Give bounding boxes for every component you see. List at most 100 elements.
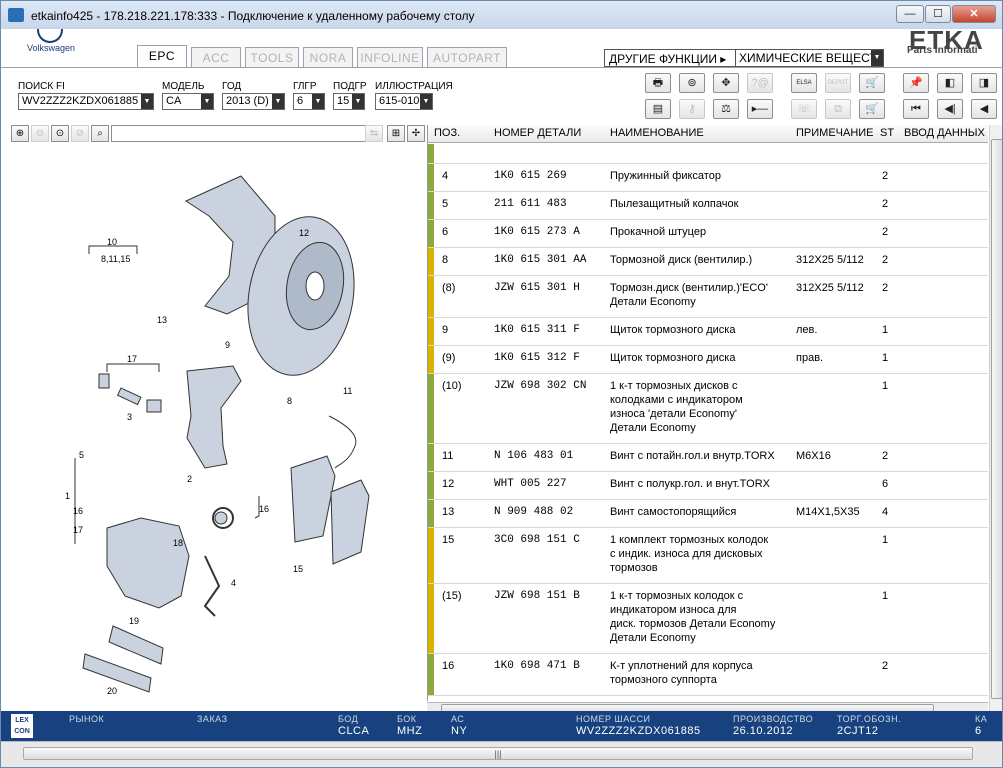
table-row[interactable]: 4 1K0 615 269 Пружинный фиксатор 2 xyxy=(428,164,988,192)
balance-icon[interactable]: ⚖ xyxy=(713,99,739,119)
col-name-header[interactable]: НАИМЕНОВАНИЕ xyxy=(610,127,704,139)
table-row[interactable]: 13 N 909 488 02 Винт самостопорящийся M14X1… xyxy=(428,500,988,528)
elsa-icon[interactable]: ELSA xyxy=(791,73,817,93)
list-forward-icon[interactable]: ◨ xyxy=(971,73,997,93)
list-back-icon[interactable]: ◧ xyxy=(937,73,963,93)
cart-add-icon[interactable]: 🛒 xyxy=(859,73,885,93)
table-row[interactable]: (9) 1K0 615 312 F Щиток тормозного диска пр… xyxy=(428,346,988,374)
stack-icon[interactable]: ⧉ xyxy=(825,99,851,119)
table-row[interactable]: 6 1K0 615 273 A Прокачной штуцер 2 xyxy=(428,220,988,248)
row-status-bar xyxy=(428,192,434,219)
table-row[interactable]: (8) JZW 615 301 H Тормозн.диск (вентилир.)… xyxy=(428,276,988,318)
scroll-thumb[interactable] xyxy=(991,139,1002,699)
cell-pos: 9 xyxy=(442,324,449,336)
scroll-thumb[interactable]: ||| xyxy=(23,747,973,760)
table-row[interactable]: 8 1K0 615 301 AA Тормозной диск (вентилир.… xyxy=(428,248,988,276)
model-select[interactable]: CA ▼ xyxy=(162,93,214,110)
table-row[interactable]: 16 1K0 698 471 B К-т уплотнений для корпус… xyxy=(428,654,988,696)
callout-label: 16 xyxy=(73,506,83,516)
search-part-icon[interactable]: ⊚ xyxy=(679,73,705,93)
chevron-down-icon[interactable]: ▼ xyxy=(871,50,883,66)
illustration-search-input[interactable] xyxy=(111,125,367,142)
callout-label: 20 xyxy=(107,686,117,696)
sleeve-part xyxy=(146,399,162,413)
table-row[interactable]: 9 1K0 615 311 F Щиток тормозного диска лев.… xyxy=(428,318,988,346)
col-st-header[interactable]: ST xyxy=(880,127,894,139)
callout-label: 16 xyxy=(259,504,269,514)
tab-nora[interactable]: NORA xyxy=(303,47,353,68)
chevron-down-icon[interactable]: ▼ xyxy=(352,94,364,109)
cell-st: 2 xyxy=(882,450,889,462)
glgr-select[interactable]: 6 ▼ xyxy=(293,93,325,110)
grid-vertical-scrollbar[interactable] xyxy=(989,125,1002,715)
row-status-bar xyxy=(428,248,434,275)
table-row[interactable] xyxy=(428,144,988,164)
pin-icon[interactable]: 📌 xyxy=(903,73,929,93)
tab-tools[interactable]: TOOLS xyxy=(245,47,299,68)
cell-st: 1 xyxy=(882,590,889,602)
col-pos-header[interactable]: ПОЗ. xyxy=(434,127,460,139)
prev-page-icon[interactable]: ◀| xyxy=(937,99,963,119)
split-icon[interactable]: ✢ xyxy=(407,125,425,142)
link-icon[interactable]: ⇆ xyxy=(365,125,383,142)
zoom-out-icon[interactable]: ⊖ xyxy=(31,125,49,142)
zoom-fit-icon[interactable]: ⊙ xyxy=(51,125,69,142)
col-note-header[interactable]: ПРИМЕЧАНИЕ xyxy=(796,127,874,139)
cell-part-number: JZW 615 301 H xyxy=(494,282,580,294)
cart-icon[interactable]: 🛒 xyxy=(859,99,885,119)
table-icon[interactable]: ▤ xyxy=(645,99,671,119)
row-status-bar xyxy=(428,500,434,527)
handshake-icon[interactable]: ✥ xyxy=(713,73,739,93)
minimize-button[interactable]: — xyxy=(896,5,924,23)
bod-value: CLCA xyxy=(338,725,370,737)
first-page-icon[interactable]: ⏮ xyxy=(903,99,929,119)
search-fi-field[interactable]: WV2ZZZ2KZDX061885 ▼ xyxy=(18,93,154,110)
zoom-select-icon[interactable]: ⊘ xyxy=(71,125,89,142)
cell-st: 6 xyxy=(882,478,889,490)
tab-acc[interactable]: ACC xyxy=(191,47,241,68)
tube-19 xyxy=(108,625,164,665)
row-status-bar xyxy=(428,144,434,163)
chevron-down-icon[interactable]: ▼ xyxy=(201,94,213,109)
col-entry-header[interactable]: ВВОД ДАННЫХ xyxy=(904,127,985,139)
cell-st: 1 xyxy=(882,352,889,364)
cell-st: 2 xyxy=(882,198,889,210)
chevron-down-icon[interactable]: ▼ xyxy=(420,94,432,109)
podgr-select[interactable]: 15 ▼ xyxy=(333,93,365,110)
callout-label: 1 xyxy=(65,491,70,501)
row-status-bar xyxy=(428,472,434,499)
illustration-panel[interactable]: 10 8,11,15 12 13 9 17 3 2 8 11 5 1 16 17… xyxy=(9,146,425,701)
layout-icon[interactable]: ⊞ xyxy=(387,125,405,142)
prev-icon[interactable]: ◀ xyxy=(971,99,997,119)
other-functions-select[interactable]: ХИМИЧЕСКИЕ ВЕЩЕСТВА ▼ xyxy=(735,50,883,66)
maximize-button[interactable]: ☐ xyxy=(925,5,951,23)
tab-infoline[interactable]: INFOLINE xyxy=(357,47,423,68)
step-icon[interactable]: ▸— xyxy=(747,99,773,119)
table-row[interactable]: (15) JZW 698 151 B 1 к-т тормозных колодок… xyxy=(428,584,988,654)
depot-icon[interactable]: DEPOT xyxy=(825,73,851,93)
bottom-scrollbar[interactable]: ||| xyxy=(1,741,1002,767)
help-disabled-icon[interactable]: ?@ xyxy=(747,73,773,93)
illustration-select[interactable]: 615-010 ▼ xyxy=(375,93,433,110)
table-row[interactable]: 15 3C0 698 151 C 1 комплект тормозных коло… xyxy=(428,528,988,584)
table-row[interactable]: (10) JZW 698 302 CN 1 к-т тормозных дисков… xyxy=(428,374,988,444)
chevron-down-icon[interactable]: ▼ xyxy=(272,94,284,109)
tab-autopart[interactable]: AUTOPART xyxy=(427,47,507,68)
cell-st: 1 xyxy=(882,324,889,336)
col-partno-header[interactable]: НОМЕР ДЕТАЛИ xyxy=(494,127,581,139)
phone-icon[interactable]: ☏ xyxy=(791,99,817,119)
table-row[interactable]: 11 N 106 483 01 Винт с потайн.гол.и внутр.… xyxy=(428,444,988,472)
table-row[interactable]: 12 WHT 005 227 Винт с полукр.гол. и внут.T… xyxy=(428,472,988,500)
table-row[interactable]: 5 211 611 483 Пылезащитный колпачок 2 xyxy=(428,192,988,220)
close-button[interactable]: ✕ xyxy=(952,5,996,23)
zoom-in-icon[interactable]: ⊕ xyxy=(11,125,29,142)
cell-st: 2 xyxy=(882,170,889,182)
chevron-down-icon[interactable]: ▼ xyxy=(141,94,153,109)
print-icon[interactable]: 🖶 xyxy=(645,73,671,93)
key-icon[interactable]: ⚷ xyxy=(679,99,705,119)
year-select[interactable]: 2013 (D) ▼ xyxy=(222,93,285,110)
other-functions-box[interactable]: ДРУГИЕ ФУНКЦИИ ▸ ХИМИЧЕСКИЕ ВЕЩЕСТВА ▼ xyxy=(604,49,884,67)
chevron-down-icon[interactable]: ▼ xyxy=(312,94,324,109)
tab-epc[interactable]: EPC xyxy=(137,45,187,68)
magnifier-icon[interactable]: ⌕ xyxy=(91,125,109,142)
